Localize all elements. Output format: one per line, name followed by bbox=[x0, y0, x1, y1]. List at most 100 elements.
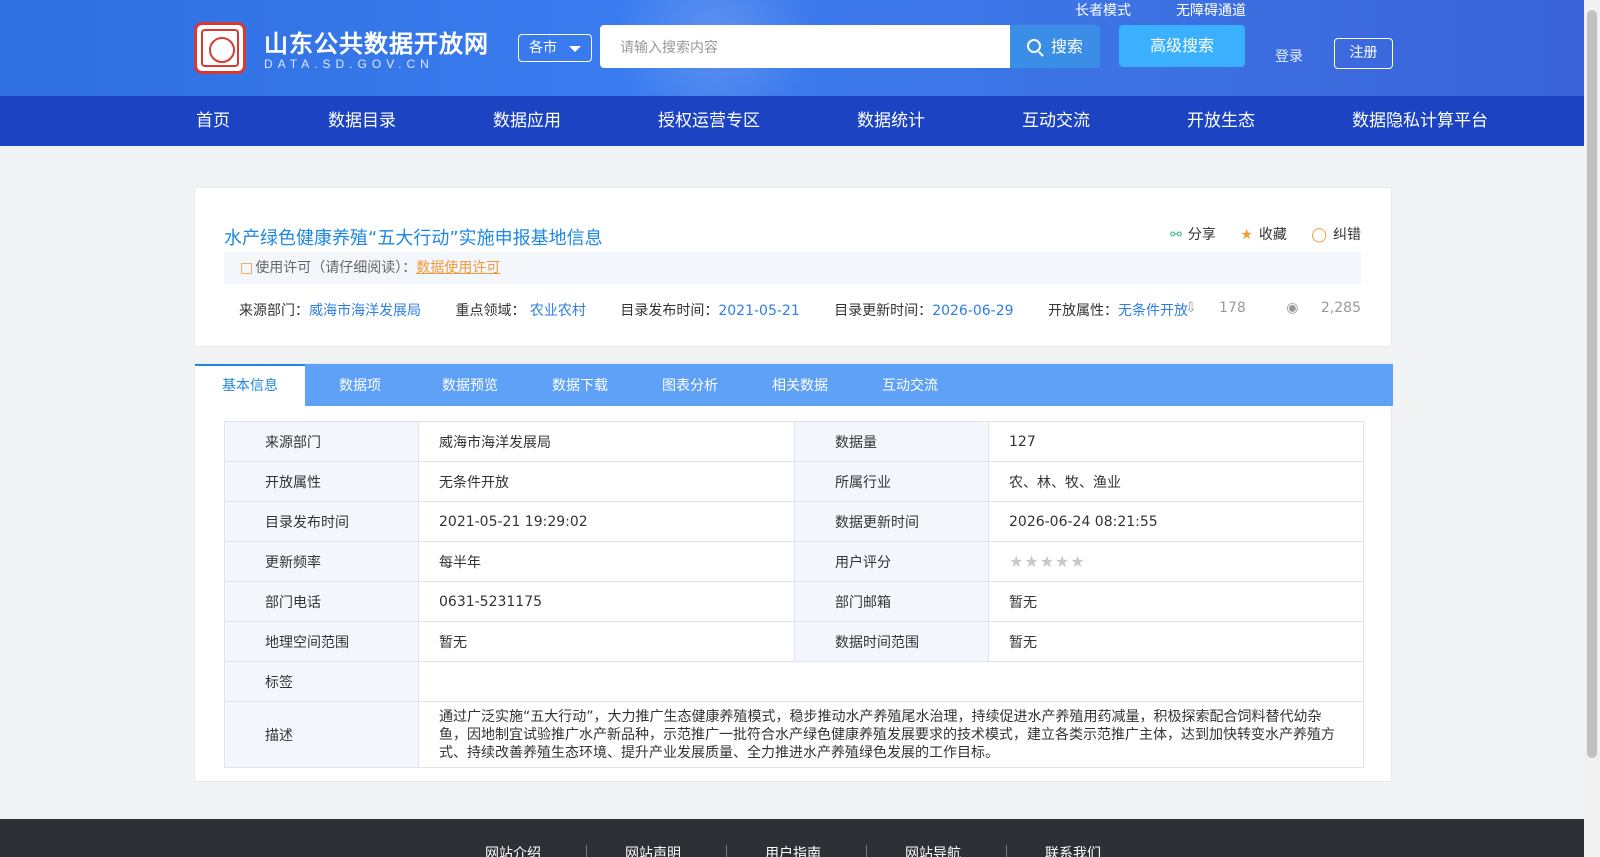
domain-value[interactable]: 农业农村 bbox=[530, 303, 586, 319]
table-row: 更新频率 每半年 用户评分 ★★★★★ bbox=[224, 541, 1364, 582]
nav-item-home[interactable]: 首页 bbox=[196, 96, 230, 146]
star-icon[interactable]: ★ bbox=[1024, 552, 1038, 571]
footer-link-guide[interactable]: 用户指南 bbox=[765, 843, 821, 857]
license-link[interactable]: 数据使用许可 bbox=[416, 260, 500, 276]
site-title[interactable]: 山东公共数据开放网 bbox=[264, 24, 489, 59]
field-label: 数据时间范围 bbox=[794, 621, 989, 662]
tag-value bbox=[418, 661, 1364, 702]
main-nav: 首页 数据目录 数据应用 授权运营专区 数据统计 互动交流 开放生态 数据隐私计… bbox=[0, 96, 1584, 146]
search-button[interactable]: 搜索 bbox=[1010, 25, 1100, 68]
detail-tabs: 基本信息 数据项 数据预览 数据下载 图表分析 相关数据 互动交流 bbox=[195, 364, 1393, 406]
favorite-label: 收藏 bbox=[1258, 227, 1287, 243]
nav-item-privacy-computing[interactable]: 数据隐私计算平台 bbox=[1352, 96, 1488, 146]
footer-separator bbox=[586, 845, 587, 857]
site-header: 山东公共数据开放网 DATA.SD.GOV.CN 各市 搜索 高级搜索 长者模式… bbox=[0, 0, 1584, 96]
tab-interaction[interactable]: 互动交流 bbox=[855, 364, 965, 406]
star-icon[interactable]: ★ bbox=[1040, 552, 1054, 571]
tab-data-download[interactable]: 数据下载 bbox=[525, 364, 635, 406]
publish-label: 目录发布时间： bbox=[620, 303, 719, 319]
favorite-button[interactable]: ★ 收藏 bbox=[1240, 224, 1287, 244]
source-value[interactable]: 威海市海洋发展局 bbox=[309, 303, 421, 319]
star-icon: ★ bbox=[1240, 227, 1253, 243]
dataset-title: 水产绿色健康养殖“五大行动”实施申报基地信息 bbox=[224, 228, 603, 249]
field-label: 地理空间范围 bbox=[224, 621, 419, 662]
field-label: 部门电话 bbox=[224, 581, 419, 622]
field-value: 暂无 bbox=[988, 581, 1364, 622]
search-input[interactable] bbox=[600, 25, 1010, 68]
login-link[interactable]: 登录 bbox=[1275, 46, 1303, 66]
star-icon[interactable]: ★ bbox=[1009, 552, 1023, 571]
update-label: 目录更新时间： bbox=[834, 303, 933, 319]
error-report-icon: ◯ bbox=[1311, 227, 1327, 243]
tab-related-data[interactable]: 相关数据 bbox=[745, 364, 855, 406]
tab-data-preview[interactable]: 数据预览 bbox=[415, 364, 525, 406]
tab-chart-analysis[interactable]: 图表分析 bbox=[635, 364, 745, 406]
field-label: 目录发布时间 bbox=[224, 501, 419, 542]
table-row: 部门电话 0631-5231175 部门邮箱 暂无 bbox=[224, 581, 1364, 622]
seal-icon bbox=[201, 29, 239, 67]
share-icon: ⚯ bbox=[1170, 227, 1182, 243]
field-value: 127 bbox=[988, 421, 1364, 462]
description-label: 描述 bbox=[224, 701, 419, 768]
footer-link-statement[interactable]: 网站声明 bbox=[625, 843, 681, 857]
dataset-stats: ⇩ 178 ◉ 2,285 bbox=[1149, 300, 1361, 316]
table-row: 标签 bbox=[224, 661, 1364, 702]
footer-link-about[interactable]: 网站介绍 bbox=[485, 843, 541, 857]
nav-item-statistics[interactable]: 数据统计 bbox=[857, 96, 925, 146]
table-row: 目录发布时间 2021-05-21 19:29:02 数据更新时间 2026-06-2… bbox=[224, 501, 1364, 542]
table-row: 开放属性 无条件开放 所属行业 农、林、牧、渔业 bbox=[224, 461, 1364, 502]
city-select[interactable]: 各市 bbox=[518, 34, 592, 62]
field-label: 数据量 bbox=[794, 421, 989, 462]
register-button[interactable]: 注册 bbox=[1334, 38, 1393, 69]
share-button[interactable]: ⚯ 分享 bbox=[1170, 224, 1216, 244]
view-count-value: 2,285 bbox=[1320, 300, 1361, 316]
footer-link-sitemap[interactable]: 网站导航 bbox=[905, 843, 961, 857]
nav-item-authorized-ops[interactable]: 授权运营专区 bbox=[658, 96, 760, 146]
star-icon[interactable]: ★ bbox=[1055, 552, 1069, 571]
view-count: ◉ 2,285 bbox=[1268, 300, 1361, 316]
field-label: 用户评分 bbox=[794, 541, 989, 582]
field-value: 2021-05-21 19:29:02 bbox=[418, 501, 795, 542]
tab-data-items[interactable]: 数据项 bbox=[305, 364, 415, 406]
footer-separator bbox=[1006, 845, 1007, 857]
table-row: 描述 通过广泛实施“五大行动”，大力推广生态健康养殖模式，稳步推动水产养殖尾水治理… bbox=[224, 701, 1364, 768]
site-logo[interactable] bbox=[194, 22, 246, 74]
domain-label: 重点领域： bbox=[455, 303, 526, 319]
elder-mode-link[interactable]: 长者模式 bbox=[1075, 0, 1131, 20]
city-select-label: 各市 bbox=[529, 40, 557, 56]
correct-label: 纠错 bbox=[1333, 227, 1361, 243]
field-value: 威海市海洋发展局 bbox=[418, 421, 795, 462]
footer-link-contact[interactable]: 联系我们 bbox=[1045, 843, 1101, 857]
nav-item-catalog[interactable]: 数据目录 bbox=[328, 96, 396, 146]
rating-stars[interactable]: ★★★★★ bbox=[988, 541, 1364, 582]
correct-button[interactable]: ◯ 纠错 bbox=[1311, 224, 1361, 244]
search-icon bbox=[1026, 39, 1041, 53]
dataset-actions: ⚯ 分享 ★ 收藏 ◯ 纠错 bbox=[1150, 224, 1361, 244]
license-bar: □ 使用许可（请仔细阅读）：数据使用许可 bbox=[224, 252, 1361, 284]
tab-basic-info[interactable]: 基本信息 bbox=[195, 364, 305, 406]
field-label: 部门邮箱 bbox=[794, 581, 989, 622]
nav-item-apps[interactable]: 数据应用 bbox=[493, 96, 561, 146]
nav-item-ecosystem[interactable]: 开放生态 bbox=[1187, 96, 1255, 146]
update-value: 2026-06-29 bbox=[932, 303, 1014, 319]
field-label: 所属行业 bbox=[794, 461, 989, 502]
page-scrollbar[interactable] bbox=[1584, 0, 1600, 857]
advanced-search-button[interactable]: 高级搜索 bbox=[1119, 25, 1245, 67]
nav-item-interaction[interactable]: 互动交流 bbox=[1022, 96, 1090, 146]
site-subtitle: DATA.SD.GOV.CN bbox=[264, 57, 434, 71]
download-icon: ⇩ bbox=[1184, 300, 1197, 316]
license-label: 使用许可（请仔细阅读）： bbox=[255, 260, 417, 276]
star-icon[interactable]: ★ bbox=[1070, 552, 1084, 571]
source-label: 来源部门： bbox=[239, 303, 309, 319]
field-value: 农、林、牧、渔业 bbox=[988, 461, 1364, 502]
field-value: 0631-5231175 bbox=[418, 581, 795, 622]
bookmark-icon: □ bbox=[240, 260, 254, 276]
table-row: 地理空间范围 暂无 数据时间范围 暂无 bbox=[224, 621, 1364, 662]
basic-info-table: 来源部门 威海市海洋发展局 数据量 127 开放属性 无条件开放 所属行业 农、林、牧、渔业目… bbox=[224, 421, 1364, 768]
scrollbar-thumb[interactable] bbox=[1587, 10, 1597, 758]
field-value: 每半年 bbox=[418, 541, 795, 582]
field-value: 暂无 bbox=[418, 621, 795, 662]
field-value: 暂无 bbox=[988, 621, 1364, 662]
accessibility-link[interactable]: 无障碍通道 bbox=[1176, 0, 1246, 20]
search-button-label: 搜索 bbox=[1050, 37, 1083, 56]
